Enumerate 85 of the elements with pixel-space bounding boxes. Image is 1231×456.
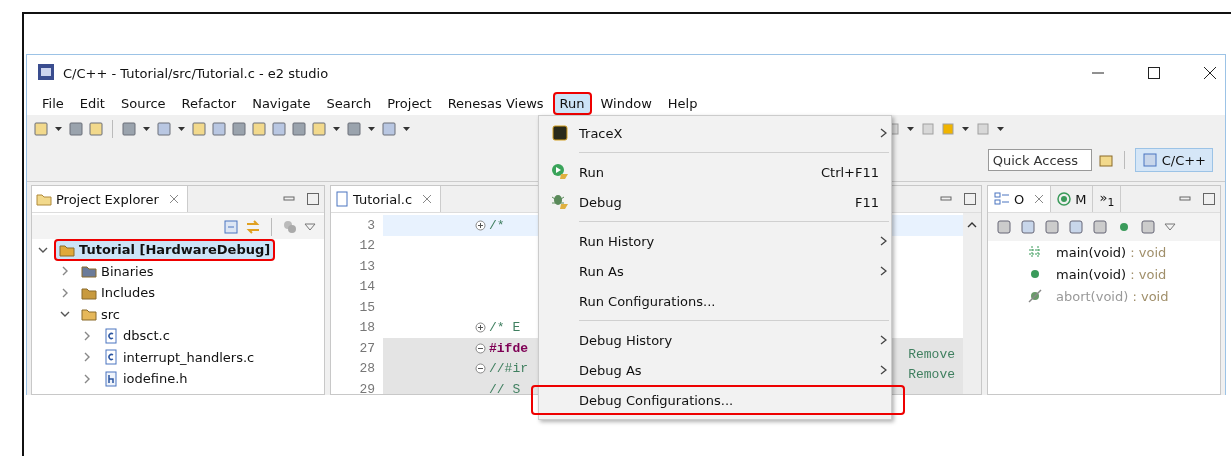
minimize-icon[interactable]: [939, 194, 953, 204]
collapsed-chevron-icon[interactable]: [60, 287, 70, 298]
collapsed-chevron-icon[interactable]: [82, 373, 92, 384]
menu-item[interactable]: Run As: [539, 256, 903, 286]
collapse-fold-icon[interactable]: [475, 363, 486, 375]
caret-icon[interactable]: [368, 127, 375, 131]
menu-item[interactable]: Run: [552, 91, 592, 115]
caret-icon[interactable]: [333, 127, 340, 131]
window-title: C/C++ - Tutorial/src/Tutorial.c - e2 studio: [63, 65, 329, 81]
menu-item[interactable]: Run History: [539, 226, 903, 256]
menu-item[interactable]: Window: [593, 91, 659, 115]
h-file-icon: [103, 370, 119, 387]
tree-item[interactable]: dbsct.c: [98, 324, 175, 347]
menu-item[interactable]: TraceX: [539, 118, 903, 148]
menu-item[interactable]: Search: [319, 91, 379, 115]
caret-icon[interactable]: [55, 127, 62, 131]
code-text: // S: [489, 381, 521, 394]
menu-item[interactable]: Debug As: [539, 355, 903, 385]
expand-fold-icon[interactable]: [475, 219, 486, 231]
menu-item[interactable]: Debug Configurations...: [531, 385, 905, 415]
collapsed-chevron-icon[interactable]: [60, 266, 70, 277]
menu-item[interactable]: Run Configurations...: [539, 286, 903, 316]
close-icon[interactable]: [1203, 66, 1217, 80]
caret-icon[interactable]: [403, 127, 410, 131]
scrollbar[interactable]: [963, 213, 981, 394]
menu-item[interactable]: Run Ctrl+F11: [539, 157, 903, 187]
caret-icon[interactable]: [962, 127, 969, 131]
line-number: 29: [331, 379, 383, 394]
tree-item[interactable]: iodefine.h: [98, 367, 193, 390]
line-number: 3: [331, 215, 383, 236]
view-menu-icon[interactable]: [304, 223, 316, 231]
maximize-icon[interactable]: [1147, 66, 1161, 80]
tree-item[interactable]: Tutorial [HardwareDebug]: [54, 238, 276, 261]
minimize-icon[interactable]: [282, 194, 296, 204]
tree-item[interactable]: Binaries: [76, 260, 159, 283]
minimize-icon[interactable]: [1178, 194, 1192, 204]
bug-icon: [551, 193, 569, 211]
outline-tab[interactable]: M: [1051, 186, 1094, 212]
outline-item[interactable]: main(void) : void: [1056, 266, 1167, 282]
code-text: Remove: [908, 366, 955, 384]
tree-item[interactable]: Includes: [76, 281, 161, 304]
scroll-up-icon[interactable]: [967, 221, 977, 228]
tree-item[interactable]: src: [76, 303, 125, 326]
perspective-button[interactable]: C/C++: [1134, 148, 1213, 172]
outline-tab[interactable]: O: [988, 186, 1052, 212]
caret-icon[interactable]: [907, 127, 914, 131]
line-number: 28: [331, 358, 383, 379]
dot-icon: [1028, 267, 1042, 281]
menu-item[interactable]: Help: [660, 91, 705, 115]
menu-item[interactable]: Project: [380, 91, 439, 115]
menu-item[interactable]: Debug History: [539, 325, 903, 355]
code-text: //#ir: [489, 361, 528, 377]
run-icon: [551, 163, 569, 181]
menu-item[interactable]: Navigate: [245, 91, 318, 115]
menu-item[interactable]: Debug F11: [539, 187, 903, 217]
expand-fold-icon[interactable]: [475, 322, 486, 334]
link-arrows-icon[interactable]: [245, 219, 261, 235]
code-text: Remove: [908, 346, 955, 364]
caret-icon[interactable]: [997, 127, 1004, 131]
menu-item[interactable]: Refactor: [174, 91, 244, 115]
code-text: #ifde: [489, 340, 528, 356]
menu-item[interactable]: File: [35, 91, 71, 115]
outline-tab[interactable]: »$_{1}$: [1093, 186, 1122, 212]
tree-item[interactable]: interrupt_handlers.c: [98, 346, 260, 369]
view-menu-icon[interactable]: [1164, 223, 1176, 231]
code-text: /*: [489, 217, 505, 233]
outline-icon: [994, 192, 1010, 206]
menu-item[interactable]: Edit: [72, 91, 112, 115]
collapsed-chevron-icon[interactable]: [82, 330, 92, 341]
editor-tab[interactable]: Tutorial.c: [331, 186, 442, 212]
caret-icon[interactable]: [143, 127, 150, 131]
code-text: /* E: [489, 320, 521, 336]
project-explorer-tab[interactable]: Project Explorer: [32, 186, 188, 212]
collapse-fold-icon[interactable]: [475, 342, 486, 354]
caret-icon[interactable]: [178, 127, 185, 131]
hash-icon: [1028, 245, 1042, 259]
slashed-dot-icon: [1028, 289, 1042, 303]
menu-item[interactable]: Renesas Views: [440, 91, 551, 115]
line-number: 27: [331, 338, 383, 359]
target-icon: [1057, 192, 1072, 206]
tracex-icon: [552, 125, 568, 141]
collapsed-chevron-icon[interactable]: [82, 352, 92, 363]
quick-access-field[interactable]: Quick Access: [987, 149, 1092, 171]
menu-item[interactable]: Source: [113, 91, 173, 115]
outline-item[interactable]: main(void) : void: [1056, 244, 1167, 260]
